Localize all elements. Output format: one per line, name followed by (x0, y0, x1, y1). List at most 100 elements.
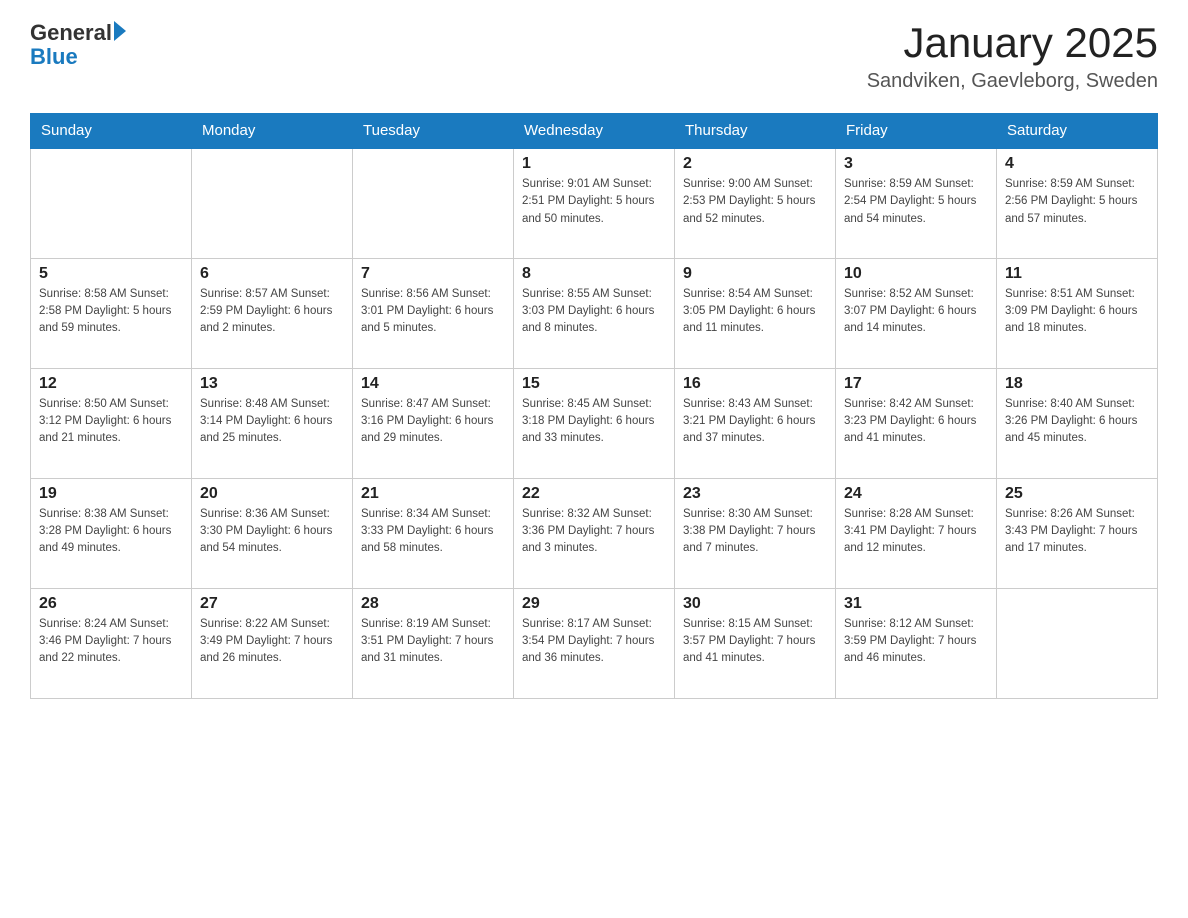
logo-general: General (30, 20, 112, 46)
day-cell: 30 Sunrise: 8:15 AM Sunset: 3:57 PM Dayli… (675, 588, 836, 698)
page-header: General Blue January 2025 Sandviken, Gae… (30, 20, 1158, 93)
day-cell: 5 Sunrise: 8:58 AM Sunset: 2:58 PM Daylig… (31, 258, 192, 368)
day-info: Sunrise: 8:19 AM Sunset: 3:51 PM Dayligh… (361, 616, 505, 668)
day-info: Sunrise: 8:36 AM Sunset: 3:30 PM Dayligh… (200, 506, 344, 558)
day-number: 23 (683, 485, 827, 503)
week-row-5: 26 Sunrise: 8:24 AM Sunset: 3:46 PM Dayli… (31, 588, 1158, 698)
day-number: 1 (522, 155, 666, 173)
title-area: January 2025 Sandviken, Gaevleborg, Swed… (867, 20, 1158, 93)
day-cell: 29 Sunrise: 8:17 AM Sunset: 3:54 PM Dayli… (514, 588, 675, 698)
day-number: 17 (844, 375, 988, 393)
day-info: Sunrise: 8:56 AM Sunset: 3:01 PM Dayligh… (361, 286, 505, 338)
day-number: 15 (522, 375, 666, 393)
header-wednesday: Wednesday (514, 114, 675, 149)
day-cell: 31Sunrise: 8:12 AM Sunset: 3:59 PM Dayli… (836, 588, 997, 698)
day-number: 21 (361, 485, 505, 503)
week-row-1: 1Sunrise: 9:01 AM Sunset: 2:51 PM Daylig… (31, 148, 1158, 258)
logo: General Blue (30, 20, 126, 71)
day-cell: 25 Sunrise: 8:26 AM Sunset: 3:43 PM Dayli… (997, 478, 1158, 588)
day-number: 16 (683, 375, 827, 393)
day-cell: 19 Sunrise: 8:38 AM Sunset: 3:28 PM Dayli… (31, 478, 192, 588)
day-cell (997, 588, 1158, 698)
day-cell: 12Sunrise: 8:50 AM Sunset: 3:12 PM Dayli… (31, 368, 192, 478)
day-info: Sunrise: 8:42 AM Sunset: 3:23 PM Dayligh… (844, 396, 988, 448)
day-info: Sunrise: 8:54 AM Sunset: 3:05 PM Dayligh… (683, 286, 827, 338)
day-cell: 8 Sunrise: 8:55 AM Sunset: 3:03 PM Daylig… (514, 258, 675, 368)
header-saturday: Saturday (997, 114, 1158, 149)
day-cell: 16Sunrise: 8:43 AM Sunset: 3:21 PM Dayli… (675, 368, 836, 478)
day-number: 7 (361, 265, 505, 283)
day-number: 13 (200, 375, 344, 393)
day-info: Sunrise: 8:34 AM Sunset: 3:33 PM Dayligh… (361, 506, 505, 558)
day-info: Sunrise: 8:57 AM Sunset: 2:59 PM Dayligh… (200, 286, 344, 338)
logo-arrow-icon (114, 21, 126, 41)
day-info: Sunrise: 8:51 AM Sunset: 3:09 PM Dayligh… (1005, 286, 1149, 338)
day-cell: 27 Sunrise: 8:22 AM Sunset: 3:49 PM Dayli… (192, 588, 353, 698)
day-cell (353, 148, 514, 258)
day-info: Sunrise: 8:17 AM Sunset: 3:54 PM Dayligh… (522, 616, 666, 668)
header-thursday: Thursday (675, 114, 836, 149)
calendar-subtitle: Sandviken, Gaevleborg, Sweden (867, 70, 1158, 93)
day-info: Sunrise: 9:00 AM Sunset: 2:53 PM Dayligh… (683, 176, 827, 228)
day-info: Sunrise: 8:26 AM Sunset: 3:43 PM Dayligh… (1005, 506, 1149, 558)
day-number: 28 (361, 595, 505, 613)
day-number: 11 (1005, 265, 1149, 283)
day-cell: 3 Sunrise: 8:59 AM Sunset: 2:54 PM Daylig… (836, 148, 997, 258)
day-info: Sunrise: 8:58 AM Sunset: 2:58 PM Dayligh… (39, 286, 183, 338)
header-tuesday: Tuesday (353, 114, 514, 149)
week-row-4: 19 Sunrise: 8:38 AM Sunset: 3:28 PM Dayli… (31, 478, 1158, 588)
day-info: Sunrise: 8:47 AM Sunset: 3:16 PM Dayligh… (361, 396, 505, 448)
day-cell: 9Sunrise: 8:54 AM Sunset: 3:05 PM Daylig… (675, 258, 836, 368)
day-info: Sunrise: 8:22 AM Sunset: 3:49 PM Dayligh… (200, 616, 344, 668)
day-cell: 22 Sunrise: 8:32 AM Sunset: 3:36 PM Dayli… (514, 478, 675, 588)
calendar-body: 1Sunrise: 9:01 AM Sunset: 2:51 PM Daylig… (31, 148, 1158, 698)
day-cell: 23 Sunrise: 8:30 AM Sunset: 3:38 PM Dayli… (675, 478, 836, 588)
day-number: 10 (844, 265, 988, 283)
day-cell: 2 Sunrise: 9:00 AM Sunset: 2:53 PM Daylig… (675, 148, 836, 258)
day-number: 18 (1005, 375, 1149, 393)
day-info: Sunrise: 8:55 AM Sunset: 3:03 PM Dayligh… (522, 286, 666, 338)
week-row-2: 5 Sunrise: 8:58 AM Sunset: 2:58 PM Daylig… (31, 258, 1158, 368)
day-info: Sunrise: 8:52 AM Sunset: 3:07 PM Dayligh… (844, 286, 988, 338)
calendar-table: SundayMondayTuesdayWednesdayThursdayFrid… (30, 113, 1158, 699)
day-number: 5 (39, 265, 183, 283)
day-number: 8 (522, 265, 666, 283)
day-info: Sunrise: 8:32 AM Sunset: 3:36 PM Dayligh… (522, 506, 666, 558)
day-cell: 4Sunrise: 8:59 AM Sunset: 2:56 PM Daylig… (997, 148, 1158, 258)
day-number: 31 (844, 595, 988, 613)
day-cell (31, 148, 192, 258)
day-cell: 11 Sunrise: 8:51 AM Sunset: 3:09 PM Dayli… (997, 258, 1158, 368)
day-number: 30 (683, 595, 827, 613)
day-number: 6 (200, 265, 344, 283)
day-info: Sunrise: 8:24 AM Sunset: 3:46 PM Dayligh… (39, 616, 183, 668)
day-cell: 26 Sunrise: 8:24 AM Sunset: 3:46 PM Dayli… (31, 588, 192, 698)
day-cell: 20Sunrise: 8:36 AM Sunset: 3:30 PM Dayli… (192, 478, 353, 588)
day-number: 24 (844, 485, 988, 503)
calendar-title: January 2025 (867, 20, 1158, 66)
day-number: 26 (39, 595, 183, 613)
day-info: Sunrise: 8:40 AM Sunset: 3:26 PM Dayligh… (1005, 396, 1149, 448)
day-info: Sunrise: 8:30 AM Sunset: 3:38 PM Dayligh… (683, 506, 827, 558)
day-cell: 6 Sunrise: 8:57 AM Sunset: 2:59 PM Daylig… (192, 258, 353, 368)
day-number: 2 (683, 155, 827, 173)
day-number: 3 (844, 155, 988, 173)
day-info: Sunrise: 8:59 AM Sunset: 2:54 PM Dayligh… (844, 176, 988, 228)
day-number: 29 (522, 595, 666, 613)
day-cell: 17 Sunrise: 8:42 AM Sunset: 3:23 PM Dayli… (836, 368, 997, 478)
day-info: Sunrise: 8:38 AM Sunset: 3:28 PM Dayligh… (39, 506, 183, 558)
day-info: Sunrise: 8:15 AM Sunset: 3:57 PM Dayligh… (683, 616, 827, 668)
day-cell: 18 Sunrise: 8:40 AM Sunset: 3:26 PM Dayli… (997, 368, 1158, 478)
day-cell: 14Sunrise: 8:47 AM Sunset: 3:16 PM Dayli… (353, 368, 514, 478)
day-number: 19 (39, 485, 183, 503)
header-monday: Monday (192, 114, 353, 149)
day-number: 22 (522, 485, 666, 503)
day-info: Sunrise: 8:48 AM Sunset: 3:14 PM Dayligh… (200, 396, 344, 448)
day-number: 25 (1005, 485, 1149, 503)
header-friday: Friday (836, 114, 997, 149)
day-info: Sunrise: 8:50 AM Sunset: 3:12 PM Dayligh… (39, 396, 183, 448)
day-cell (192, 148, 353, 258)
calendar-header: SundayMondayTuesdayWednesdayThursdayFrid… (31, 114, 1158, 149)
header-sunday: Sunday (31, 114, 192, 149)
day-info: Sunrise: 8:28 AM Sunset: 3:41 PM Dayligh… (844, 506, 988, 558)
day-number: 27 (200, 595, 344, 613)
